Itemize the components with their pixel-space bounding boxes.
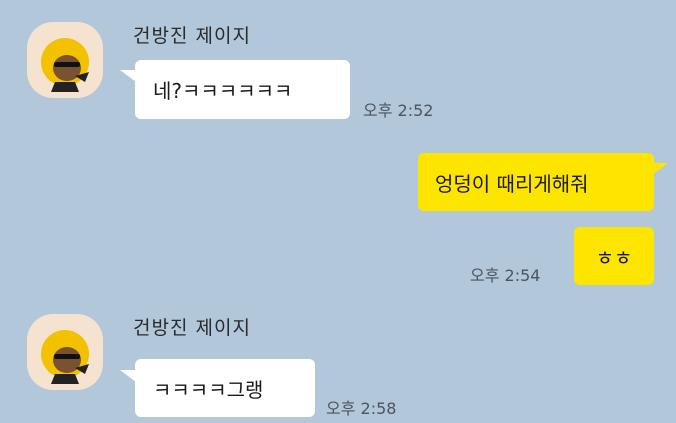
message-bubble[interactable]: 엉덩이 때리게해줘 xyxy=(418,153,654,211)
avatar[interactable] xyxy=(27,314,103,390)
sender-name: 건방진 제이지 xyxy=(133,317,251,339)
avatar[interactable] xyxy=(27,22,103,98)
message-text: 엉덩이 때리게해줘 xyxy=(435,171,589,196)
bubble-tail xyxy=(120,370,136,382)
bubble-tail xyxy=(652,163,668,175)
message-text: 네?ㅋㅋㅋㅋㅋㅋ xyxy=(153,79,293,103)
message-timestamp: 오후 2:58 xyxy=(326,399,397,418)
jay-g-profile-icon xyxy=(41,38,89,92)
bubble-tail xyxy=(120,70,136,82)
message-text: ㅎㅎ xyxy=(595,245,633,270)
message-bubble[interactable]: 네?ㅋㅋㅋㅋㅋㅋ xyxy=(135,60,350,119)
jay-g-profile-icon xyxy=(41,330,89,384)
sender-name: 건방진 제이지 xyxy=(133,25,251,47)
message-bubble[interactable]: ㅎㅎ xyxy=(574,227,654,285)
message-timestamp: 오후 2:54 xyxy=(470,266,541,285)
message-bubble[interactable]: ㅋㅋㅋㅋ그랭 xyxy=(135,359,315,417)
message-text: ㅋㅋㅋㅋ그랭 xyxy=(153,377,264,402)
message-timestamp: 오후 2:52 xyxy=(363,101,434,120)
